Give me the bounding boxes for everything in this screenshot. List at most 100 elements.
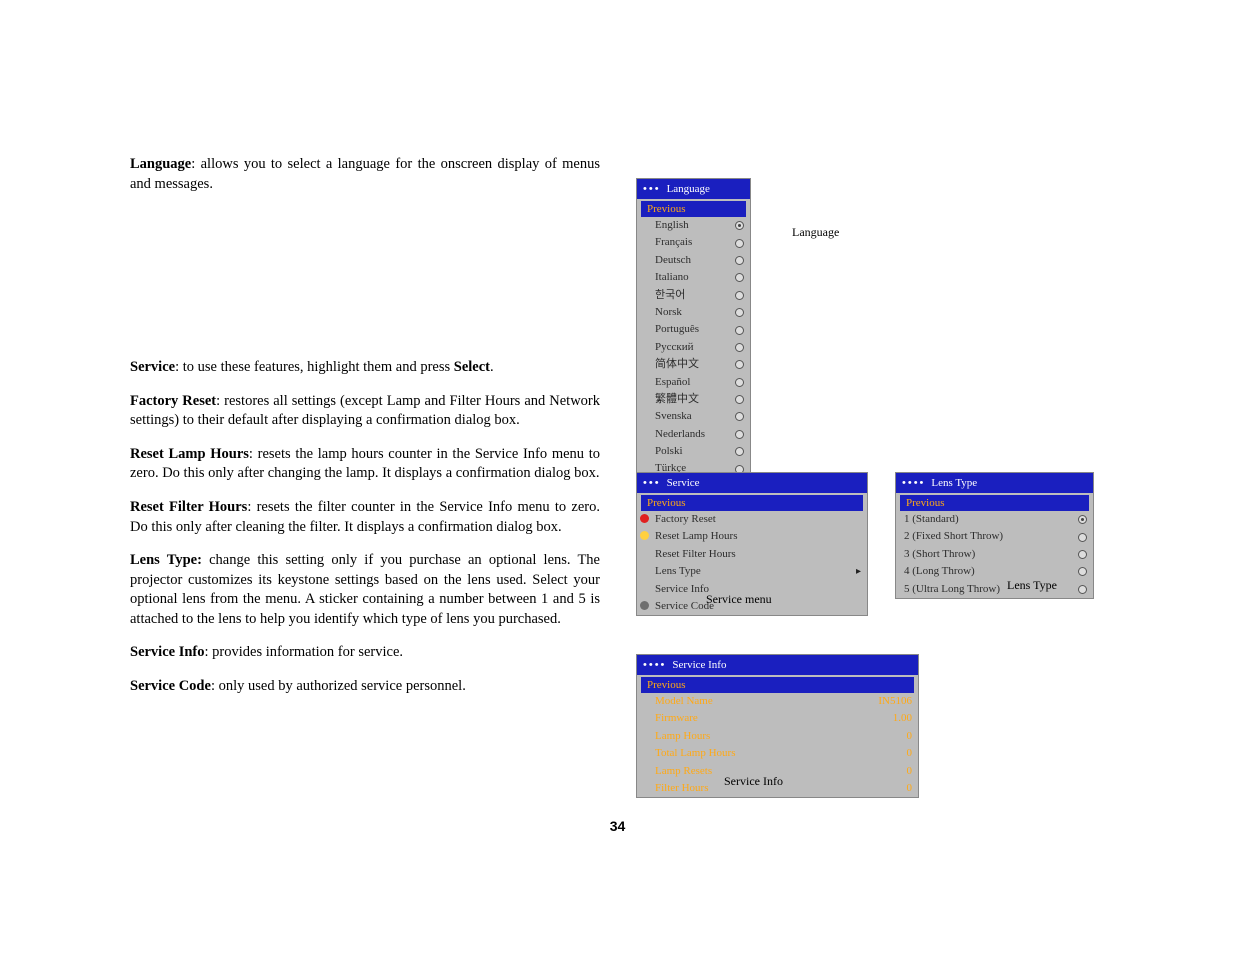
option-label: English <box>655 218 735 233</box>
language-option[interactable]: 한국어 <box>637 287 750 304</box>
info-label: Firmware <box>655 711 893 726</box>
text: . <box>490 359 494 375</box>
language-items: EnglishFrançaisDeutschItaliano한국어NorskPo… <box>637 217 750 513</box>
radio-icon <box>735 291 744 300</box>
option-label: 2 (Fixed Short Throw) <box>904 529 1078 544</box>
wrench-icon <box>640 601 649 610</box>
caption-language: Language <box>792 225 839 240</box>
language-option[interactable]: Français <box>637 234 750 251</box>
circle-red-icon <box>640 514 649 523</box>
radio-icon <box>735 395 744 404</box>
menu-level-dots-icon: ••• <box>643 183 661 195</box>
option-label: Italiano <box>655 270 735 285</box>
item-label: Reset Filter Hours <box>655 547 861 562</box>
language-option[interactable]: Español <box>637 374 750 391</box>
previous-item[interactable]: Previous <box>641 495 863 511</box>
submenu-arrow-icon: ▸ <box>856 565 861 579</box>
radio-icon <box>735 343 744 352</box>
service-item[interactable]: Factory Reset <box>637 511 867 528</box>
text: : to use these features, highlight them … <box>175 359 454 375</box>
term: Reset Lamp Hours <box>130 446 249 462</box>
option-label: Polski <box>655 444 735 459</box>
info-value: 0 <box>907 781 913 796</box>
term: Reset Filter Hours <box>130 499 247 515</box>
item-label: Lens Type <box>655 564 856 579</box>
language-option[interactable]: 繁體中文 <box>637 391 750 408</box>
info-row: Model NameIN5106 <box>637 693 918 710</box>
option-label: Français <box>655 235 735 250</box>
option-label: Nederlands <box>655 427 735 442</box>
spacer <box>130 208 600 358</box>
language-option[interactable]: Русский <box>637 339 750 356</box>
info-row: Firmware1.00 <box>637 710 918 727</box>
caption-service-menu: Service menu <box>706 592 772 607</box>
option-label: Русский <box>655 340 735 355</box>
item-label: Reset Lamp Hours <box>655 529 861 544</box>
radio-icon <box>735 256 744 265</box>
option-label: 繁體中文 <box>655 392 735 407</box>
option-label: Norsk <box>655 305 735 320</box>
language-option[interactable]: 简体中文 <box>637 356 750 373</box>
radio-icon <box>735 308 744 317</box>
paragraph-factory-reset: Factory Reset: restores all settings (ex… <box>130 392 600 431</box>
lens-option[interactable]: 5 (Ultra Long Throw) <box>896 581 1093 598</box>
language-option[interactable]: Deutsch <box>637 252 750 269</box>
lens-option[interactable]: 4 (Long Throw) <box>896 563 1093 580</box>
radio-icon <box>735 378 744 387</box>
info-row: Lamp Hours0 <box>637 728 918 745</box>
service-item[interactable]: Reset Lamp Hours <box>637 528 867 545</box>
menu-level-dots-icon: ••• <box>643 477 661 489</box>
info-label: Lamp Hours <box>655 729 907 744</box>
radio-icon <box>735 412 744 421</box>
paragraph-service-code: Service Code: only used by authorized se… <box>130 677 600 697</box>
language-option[interactable]: Nederlands <box>637 426 750 443</box>
language-option[interactable]: Svenska <box>637 408 750 425</box>
service-item[interactable]: Reset Filter Hours <box>637 546 867 563</box>
info-label: Model Name <box>655 694 878 709</box>
lens-option[interactable]: 3 (Short Throw) <box>896 546 1093 563</box>
info-value: 1.00 <box>893 711 912 726</box>
language-menu: ••• Language Previous English Français Deu… <box>636 178 751 514</box>
language-option[interactable]: Norsk <box>637 304 750 321</box>
paragraph-service: Service: to use these features, highligh… <box>130 358 600 378</box>
radio-icon <box>735 221 744 230</box>
service-item[interactable]: Lens Type▸ <box>637 563 867 580</box>
definition: : only used by authorized service person… <box>211 678 466 694</box>
manual-page: Language: allows you to select a languag… <box>0 0 1235 954</box>
radio-icon <box>1078 550 1087 559</box>
lens-option[interactable]: 2 (Fixed Short Throw) <box>896 528 1093 545</box>
radio-icon <box>735 447 744 456</box>
menu-titlebar: •••• Lens Type <box>896 473 1093 493</box>
item-label: Factory Reset <box>655 512 861 527</box>
definition: : provides information for service. <box>205 644 404 660</box>
paragraph-lens-type: Lens Type: change this setting only if y… <box>130 551 600 629</box>
info-value: 0 <box>907 729 913 744</box>
radio-icon <box>1078 585 1087 594</box>
option-label: 한국어 <box>655 288 735 303</box>
previous-item[interactable]: Previous <box>641 677 914 693</box>
radio-icon <box>735 326 744 335</box>
menu-level-dots-icon: •••• <box>643 659 666 671</box>
menu-title: Language <box>667 183 710 195</box>
language-option[interactable]: Italiano <box>637 269 750 286</box>
paragraph-reset-lamp-hours: Reset Lamp Hours: resets the lamp hours … <box>130 445 600 484</box>
paragraph-service-info: Service Info: provides information for s… <box>130 643 600 663</box>
menu-title: Service Info <box>672 659 726 671</box>
previous-item[interactable]: Previous <box>641 201 746 217</box>
option-label: 3 (Short Throw) <box>904 547 1078 562</box>
menu-title: Lens Type <box>931 477 977 489</box>
two-column-layout: Language: allows you to select a languag… <box>130 155 1125 710</box>
radio-icon <box>735 239 744 248</box>
term: Factory Reset <box>130 393 216 409</box>
lens-option[interactable]: 1 (Standard) <box>896 511 1093 528</box>
language-option[interactable]: English <box>637 217 750 234</box>
language-option[interactable]: Polski <box>637 443 750 460</box>
lens-items: 1 (Standard)2 (Fixed Short Throw) 3 (Shor… <box>896 511 1093 598</box>
language-option[interactable]: Português <box>637 321 750 338</box>
lens-type-menu: •••• Lens Type Previous 1 (Standard)2 (F… <box>895 472 1094 599</box>
term: Language <box>130 156 191 172</box>
menu-titlebar: •••• Service Info <box>637 655 918 675</box>
info-value: 0 <box>907 746 913 761</box>
term: Select <box>454 359 490 375</box>
previous-item[interactable]: Previous <box>900 495 1089 511</box>
